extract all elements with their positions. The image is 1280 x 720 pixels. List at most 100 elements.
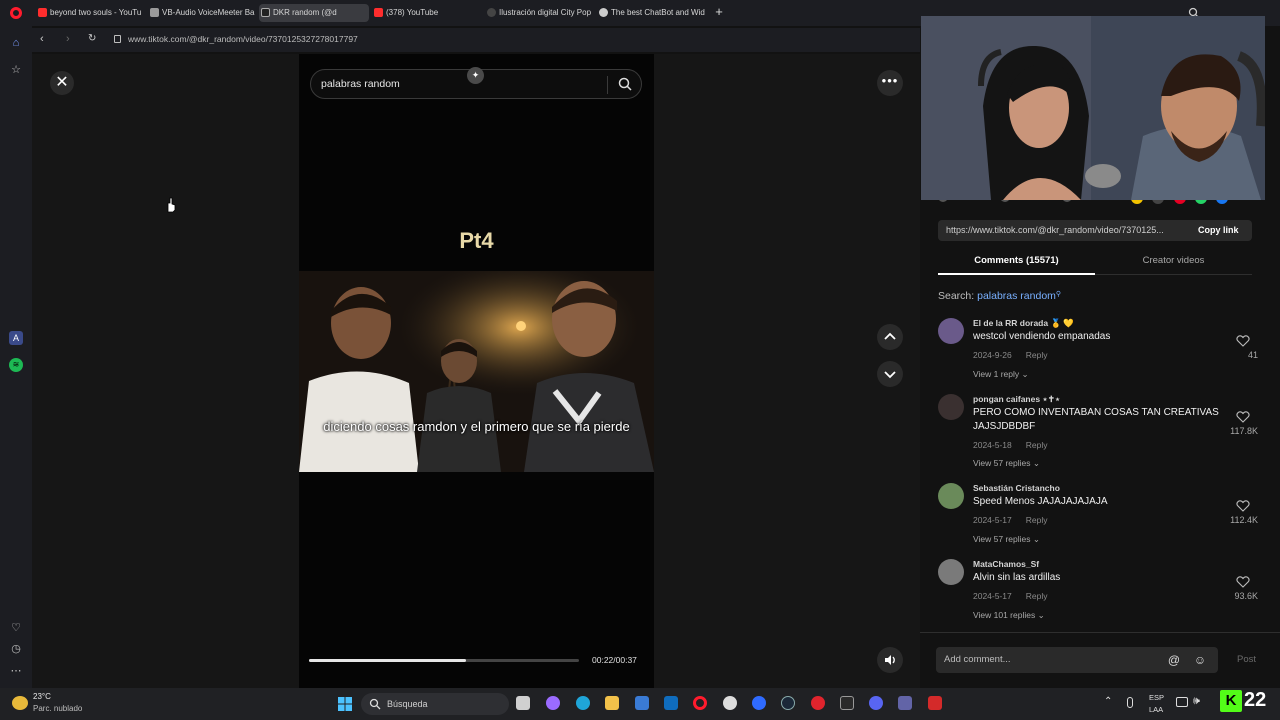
discord-icon[interactable] [869,696,883,710]
tab-youtube[interactable]: (378) YouTube [372,4,480,22]
share-link-url[interactable]: https://www.tiktok.com/@dkr_random/video… [946,225,1164,235]
teams-icon[interactable] [898,696,912,710]
next-video-button[interactable] [877,361,903,387]
share-link-box: https://www.tiktok.com/@dkr_random/video… [938,220,1252,241]
windows-start-icon[interactable] [338,697,352,711]
streaming-app-icon[interactable] [928,696,942,710]
edge-icon[interactable] [576,696,590,710]
view-replies-button[interactable]: View 57 replies ⌄ [973,458,1040,469]
microphone-icon[interactable] [1127,697,1133,708]
video-overlay-title: Pt4 [459,228,494,253]
copy-link-button[interactable]: Copy link [1198,225,1239,235]
search-query[interactable]: palabras random [321,78,400,90]
heart-icon[interactable] [1236,335,1250,347]
lock-icon[interactable] [114,35,121,43]
steam-icon[interactable] [781,696,795,710]
taskbar-search[interactable]: Búsqueda [361,693,509,715]
comment-item: pongan caifanes ⋆✝⋆ PERO COMO INVENTABAN… [938,394,1260,468]
viewer-backdrop-left [32,54,299,688]
keyboard-layout[interactable]: LAA [1149,705,1163,714]
aria-icon[interactable]: A [9,331,23,345]
related-search[interactable]: Search: palabras random⚲ [938,290,1061,302]
reload-icon[interactable]: ↻ [88,33,100,47]
tiktok-icon [261,8,270,17]
tab-comments[interactable]: Comments (15571) [938,255,1095,266]
video-progress-bar[interactable] [309,659,579,662]
search-small-icon: ⚲ [1055,291,1062,298]
add-comment-field[interactable]: Add comment... @ ☺ [936,647,1218,673]
volume-button[interactable] [877,647,903,673]
epic-games-icon[interactable] [840,696,854,710]
heart-icon[interactable]: ♡ [9,621,23,635]
comment-username[interactable]: El de la RR dorada 🥇 💛 [973,318,1074,329]
spotify-icon[interactable]: ≋ [9,358,23,372]
more-options-button[interactable]: ••• [877,70,903,96]
tab-youtube-beyond[interactable]: beyond two souls - YouTu [36,4,144,22]
related-search-term[interactable]: palabras random [977,290,1056,302]
more-icon[interactable]: ⋯ [9,664,23,678]
opera-icon[interactable] [693,696,707,710]
history-icon[interactable]: ◷ [9,642,23,656]
overlay-counter: 22 [1244,689,1267,711]
search-icon[interactable] [617,76,633,92]
comment-item: MataChamos_Sf Alvin sin las ardillas 202… [938,559,1260,629]
back-icon[interactable]: ‹ [40,33,52,47]
avatar[interactable] [938,483,964,509]
chevron-up-icon [884,332,896,340]
home-icon[interactable]: ⌂ [9,36,23,50]
network-icon[interactable] [1176,697,1188,707]
url-field[interactable]: www.tiktok.com/@dkr_random/video/7370125… [128,34,358,44]
weather-description[interactable]: Parc. nublado [33,704,82,713]
file-explorer-icon[interactable] [605,696,619,710]
avatar[interactable] [938,318,964,344]
close-button[interactable]: ✕ [50,71,74,95]
emoji-icon[interactable]: ☺ [1193,653,1207,667]
tab-tiktok-active[interactable]: DKR random (@d [259,4,369,22]
tab-voicemeeter[interactable]: VB-Audio VoiceMeeter Ba [148,4,256,22]
comment-item: El de la RR dorada 🥇 💛 westcol vendiendo… [938,318,1260,388]
like-count: 117.8K [1230,426,1258,436]
reply-button[interactable]: Reply [1026,440,1048,450]
comment-username[interactable]: Sebastián Cristancho [973,483,1060,493]
task-view-icon[interactable] [516,696,530,710]
post-button[interactable]: Post [1237,654,1256,665]
previous-video-button[interactable] [877,324,903,350]
tab-chatbot[interactable]: The best ChatBot and Wid [597,4,707,22]
weather-icon[interactable] [12,696,28,710]
heart-icon[interactable] [1236,500,1250,512]
like-count: 93.6K [1234,591,1258,601]
view-replies-button[interactable]: View 57 replies ⌄ [973,534,1040,545]
tab-city-pop[interactable]: Ilustración digital City Pop [485,4,595,22]
tab-creator-videos[interactable]: Creator videos [1095,255,1252,266]
store-icon[interactable] [635,696,649,710]
red-app-icon[interactable] [811,696,825,710]
comment-username[interactable]: MataChamos_Sf [973,559,1039,569]
opera-logo-icon[interactable] [10,7,22,19]
github-icon[interactable] [723,696,737,710]
chevron-up-icon[interactable]: ⌃ [1104,696,1112,707]
mouse-cursor-icon [165,197,177,213]
comment-username[interactable]: pongan caifanes ⋆✝⋆ [973,394,1060,405]
copilot-icon[interactable] [546,696,560,710]
forward-icon[interactable]: › [66,33,78,47]
reply-button[interactable]: Reply [1026,350,1048,360]
heart-icon[interactable] [1236,411,1250,423]
video-caption: diciendo cosas ramdon y el primero que s… [323,419,630,434]
avatar[interactable] [938,559,964,585]
messenger-icon[interactable] [752,696,766,710]
language-indicator[interactable]: ESP [1149,693,1164,702]
heart-icon[interactable] [1236,576,1250,588]
volume-icon[interactable]: 🕪 [1193,695,1200,708]
mention-icon[interactable]: @ [1167,653,1181,667]
video-player[interactable] [299,271,654,472]
view-replies-button[interactable]: View 101 replies ⌄ [973,610,1045,621]
weather-temperature[interactable]: 23°C [33,692,51,701]
new-tab-button[interactable]: + [712,5,726,19]
sparkle-icon[interactable]: ✦ [467,67,484,84]
view-replies-button[interactable]: View 1 reply ⌄ [973,369,1029,380]
avatar[interactable] [938,394,964,420]
reply-button[interactable]: Reply [1026,515,1048,525]
reply-button[interactable]: Reply [1026,591,1048,601]
star-icon[interactable]: ☆ [9,63,23,77]
outlook-icon[interactable] [664,696,678,710]
